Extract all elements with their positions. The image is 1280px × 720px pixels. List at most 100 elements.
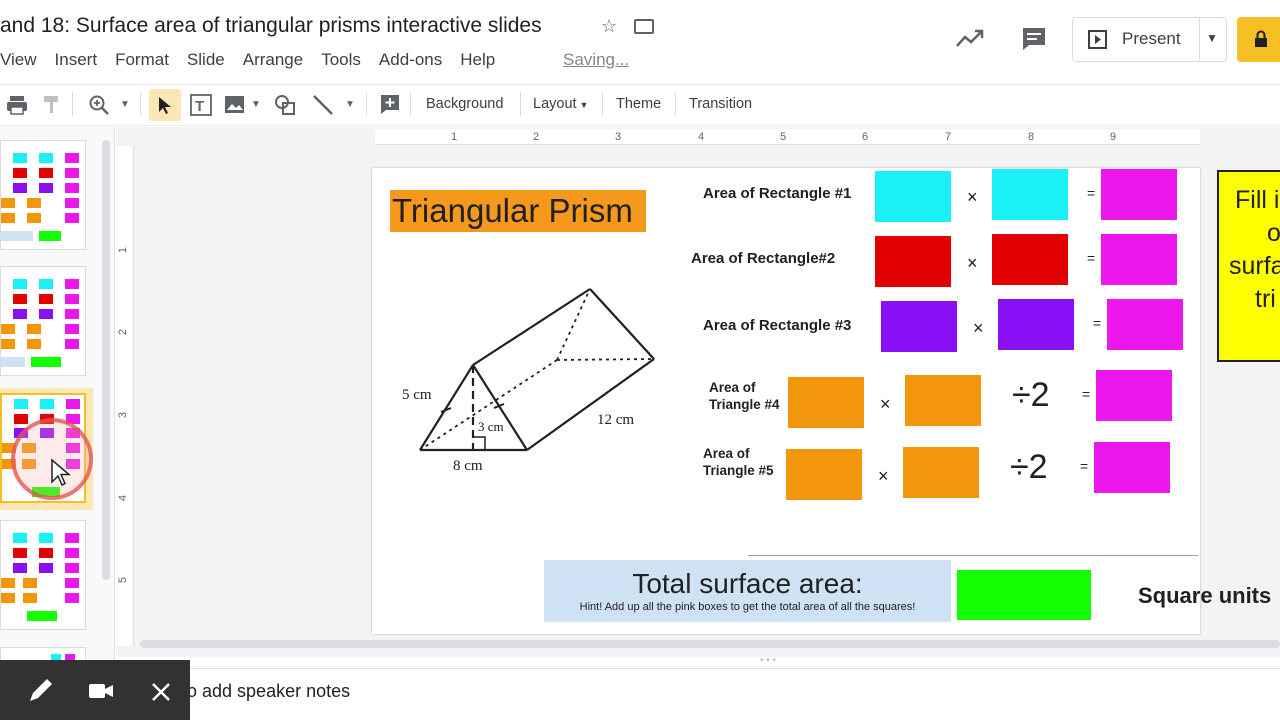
paint-format-icon[interactable] <box>42 95 60 115</box>
background-button[interactable]: Background <box>426 96 503 112</box>
equals-sign: = <box>1093 315 1102 331</box>
rectangle-3-area[interactable] <box>1107 299 1183 350</box>
toolbar-separator <box>602 92 603 116</box>
slide-thumbnail[interactable] <box>0 140 86 250</box>
text-box-icon[interactable]: T <box>189 93 213 117</box>
filmstrip-scrollbar[interactable] <box>102 140 110 580</box>
present-label: Present <box>1122 29 1181 48</box>
move-to-folder-icon[interactable] <box>634 19 654 34</box>
present-dropdown-icon[interactable]: ▼ <box>1206 31 1218 45</box>
total-surface-area-answer[interactable] <box>957 570 1091 620</box>
layout-button[interactable]: Layout ▼ <box>533 96 588 112</box>
menu-tools[interactable]: Tools <box>321 50 361 70</box>
ruler-mark: 6 <box>862 131 869 143</box>
close-icon[interactable] <box>151 682 171 702</box>
divide-by-two: ÷2 <box>1012 376 1050 414</box>
insert-image-icon[interactable] <box>224 94 246 116</box>
rectangle-1-input-a[interactable] <box>875 171 951 222</box>
camera-icon[interactable] <box>88 682 114 700</box>
mouse-cursor-icon <box>51 458 72 487</box>
menu-arrange[interactable]: Arrange <box>243 50 303 70</box>
transition-button[interactable]: Transition <box>689 96 752 112</box>
slide-thumbnail[interactable] <box>0 520 86 630</box>
line-icon[interactable] <box>312 94 334 116</box>
instruction-line: surfa <box>1229 252 1280 280</box>
ruler-mark: 3 <box>615 131 622 143</box>
total-surface-area-label: Total surface area: <box>632 568 863 599</box>
rectangle-1-input-b[interactable] <box>992 169 1068 220</box>
zoom-icon[interactable] <box>88 94 110 116</box>
rectangle-2-input-a[interactable] <box>875 236 951 287</box>
menu-slide[interactable]: Slide <box>187 50 225 70</box>
ruler-mark: 1 <box>117 246 130 254</box>
lock-icon <box>1255 30 1267 47</box>
shape-icon[interactable] <box>274 94 298 116</box>
add-comment-icon[interactable] <box>379 93 401 115</box>
cursor-arrow-icon <box>159 97 171 114</box>
comment-icon[interactable] <box>1020 26 1048 52</box>
ruler-mark: 4 <box>698 131 705 143</box>
multiply-sign: × <box>967 253 978 273</box>
rectangle-1-label[interactable]: Area of Rectangle #1 <box>703 185 851 202</box>
activity-trend-icon[interactable] <box>955 28 985 50</box>
ruler-mark: 8 <box>1028 131 1035 143</box>
instruction-box[interactable]: Fill i o surfa tri <box>1217 170 1280 362</box>
triangle-5-label-line1: Area of <box>703 446 750 461</box>
rectangle-3-input-a[interactable] <box>881 301 957 352</box>
vertical-ruler <box>116 146 134 646</box>
triangle-5-input-a[interactable] <box>786 449 862 500</box>
ruler-mark: 1 <box>451 131 458 143</box>
menu-help[interactable]: Help <box>460 50 495 70</box>
triangle-4-area[interactable] <box>1096 370 1172 421</box>
triangle-5-label-line2: Triangle #5 <box>703 463 774 478</box>
rectangle-2-input-b[interactable] <box>992 234 1068 285</box>
toolbar-separator <box>675 92 676 116</box>
line-dropdown-icon[interactable]: ▼ <box>345 99 355 110</box>
theme-button[interactable]: Theme <box>616 96 661 112</box>
triangle-4-input-a[interactable] <box>788 377 864 428</box>
toolbar-separator <box>366 92 367 116</box>
menu-view[interactable]: View <box>0 50 37 70</box>
rectangle-1-area[interactable] <box>1101 169 1177 220</box>
horizontal-ruler <box>375 129 1200 145</box>
slide-thumbnail[interactable] <box>0 266 86 376</box>
ruler-mark: 3 <box>117 411 130 419</box>
document-title[interactable]: and 18: Surface area of triangular prism… <box>0 14 542 38</box>
dimension-12cm: 12 cm <box>597 412 635 428</box>
triangle-5-area[interactable] <box>1094 442 1170 493</box>
resize-handle-icon[interactable]: • • • <box>760 655 776 666</box>
menu-addons[interactable]: Add-ons <box>379 50 442 70</box>
rectangle-2-area[interactable] <box>1101 234 1177 285</box>
equals-sign: = <box>1087 185 1096 201</box>
square-units-label[interactable]: Square units <box>1138 583 1271 609</box>
star-icon[interactable]: ☆ <box>601 16 617 37</box>
triangle-4-label[interactable]: Area of Triangle #4 <box>709 379 780 413</box>
multiply-sign: × <box>878 466 889 486</box>
print-icon[interactable] <box>6 95 28 115</box>
rectangle-2-label[interactable]: Area of Rectangle#2 <box>691 250 835 267</box>
multiply-sign: × <box>973 318 984 338</box>
ruler-mark: 2 <box>117 328 130 336</box>
rectangle-3-input-b[interactable] <box>998 299 1074 350</box>
instruction-line: o <box>1267 219 1280 247</box>
triangular-prism-diagram <box>419 288 655 452</box>
saving-status[interactable]: Saving... <box>563 50 629 70</box>
slide-title[interactable]: Triangular Prism <box>390 190 646 232</box>
menu-format[interactable]: Format <box>115 50 169 70</box>
triangle-4-input-b[interactable] <box>905 375 981 426</box>
horizontal-scrollbar[interactable] <box>140 640 1280 648</box>
toolbar-separator <box>410 92 411 116</box>
menu-insert[interactable]: Insert <box>55 50 98 70</box>
pen-icon[interactable] <box>27 676 55 704</box>
dimension-5cm: 5 cm <box>402 387 432 403</box>
toolbar-separator <box>140 92 141 116</box>
select-tool[interactable] <box>149 89 181 121</box>
zoom-dropdown-icon[interactable]: ▼ <box>120 99 130 110</box>
speaker-notes-placeholder[interactable]: o add speaker notes <box>187 681 350 702</box>
triangle-5-input-b[interactable] <box>903 447 979 498</box>
rectangle-3-label[interactable]: Area of Rectangle #3 <box>703 317 851 334</box>
triangle-4-label-line2: Triangle #4 <box>709 397 780 412</box>
image-dropdown-icon[interactable]: ▼ <box>251 99 261 110</box>
triangle-5-label[interactable]: Area of Triangle #5 <box>703 445 774 479</box>
layout-dropdown-icon: ▼ <box>579 100 589 110</box>
